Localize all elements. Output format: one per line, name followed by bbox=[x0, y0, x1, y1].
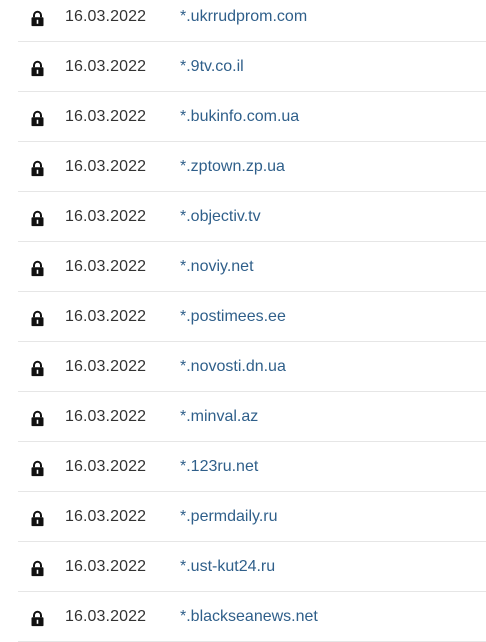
list-item: 16.03.2022 *.bukinfo.com.ua bbox=[18, 92, 486, 142]
list-item: 16.03.2022 *.blackseanews.net bbox=[18, 592, 486, 642]
domain-link[interactable]: *.blackseanews.net bbox=[180, 608, 318, 626]
lock-icon bbox=[31, 110, 44, 126]
list-item: 16.03.2022 *.zptown.zp.ua bbox=[18, 142, 486, 192]
certificate-date: 16.03.2022 bbox=[65, 57, 147, 75]
list-item: 16.03.2022 *.ukrrudprom.com bbox=[18, 0, 486, 42]
domain-link[interactable]: *.postimees.ee bbox=[180, 308, 286, 326]
lock-icon bbox=[31, 310, 44, 326]
certificate-date: 16.03.2022 bbox=[65, 307, 147, 325]
certificate-date: 16.03.2022 bbox=[65, 407, 147, 425]
lock-icon bbox=[31, 360, 44, 376]
lock-icon bbox=[31, 510, 44, 526]
lock-icon bbox=[31, 210, 44, 226]
list-item: 16.03.2022 *.postimees.ee bbox=[18, 292, 486, 342]
certificate-date: 16.03.2022 bbox=[65, 107, 147, 125]
domain-link[interactable]: *.noviy.net bbox=[180, 258, 254, 276]
lock-icon bbox=[31, 460, 44, 476]
domain-link[interactable]: *.novosti.dn.ua bbox=[180, 358, 286, 376]
lock-icon bbox=[31, 610, 44, 626]
list-item: 16.03.2022 *.ust-kut24.ru bbox=[18, 542, 486, 592]
list-item: 16.03.2022 *.minval.az bbox=[18, 392, 486, 442]
domain-link[interactable]: *.permdaily.ru bbox=[180, 508, 278, 526]
domain-link[interactable]: *.minval.az bbox=[180, 408, 258, 426]
lock-icon bbox=[31, 10, 44, 26]
lock-icon bbox=[31, 260, 44, 276]
domain-link[interactable]: *.bukinfo.com.ua bbox=[180, 108, 299, 126]
list-item: 16.03.2022 *.noviy.net bbox=[18, 242, 486, 292]
certificate-date: 16.03.2022 bbox=[65, 157, 147, 175]
certificate-date: 16.03.2022 bbox=[65, 457, 147, 475]
list-item: 16.03.2022 *.123ru.net bbox=[18, 442, 486, 492]
lock-icon bbox=[31, 160, 44, 176]
certificate-list: 16.03.2022 *.ukrrudprom.com 16.03.2022 *… bbox=[18, 0, 486, 642]
list-item: 16.03.2022 *.permdaily.ru bbox=[18, 492, 486, 542]
domain-link[interactable]: *.objectiv.tv bbox=[180, 208, 261, 226]
certificate-date: 16.03.2022 bbox=[65, 507, 147, 525]
certificate-date: 16.03.2022 bbox=[65, 207, 147, 225]
list-item: 16.03.2022 *.novosti.dn.ua bbox=[18, 342, 486, 392]
domain-link[interactable]: *.zptown.zp.ua bbox=[180, 158, 285, 176]
lock-icon bbox=[31, 60, 44, 76]
certificate-date: 16.03.2022 bbox=[65, 257, 147, 275]
certificate-date: 16.03.2022 bbox=[65, 357, 147, 375]
domain-link[interactable]: *.ukrrudprom.com bbox=[180, 8, 307, 26]
domain-link[interactable]: *.ust-kut24.ru bbox=[180, 558, 275, 576]
domain-link[interactable]: *.9tv.co.il bbox=[180, 58, 244, 76]
certificate-date: 16.03.2022 bbox=[65, 607, 147, 625]
lock-icon bbox=[31, 560, 44, 576]
list-item: 16.03.2022 *.9tv.co.il bbox=[18, 42, 486, 92]
lock-icon bbox=[31, 410, 44, 426]
domain-link[interactable]: *.123ru.net bbox=[180, 458, 258, 476]
certificate-date: 16.03.2022 bbox=[65, 557, 147, 575]
list-item: 16.03.2022 *.objectiv.tv bbox=[18, 192, 486, 242]
certificate-date: 16.03.2022 bbox=[65, 7, 147, 25]
